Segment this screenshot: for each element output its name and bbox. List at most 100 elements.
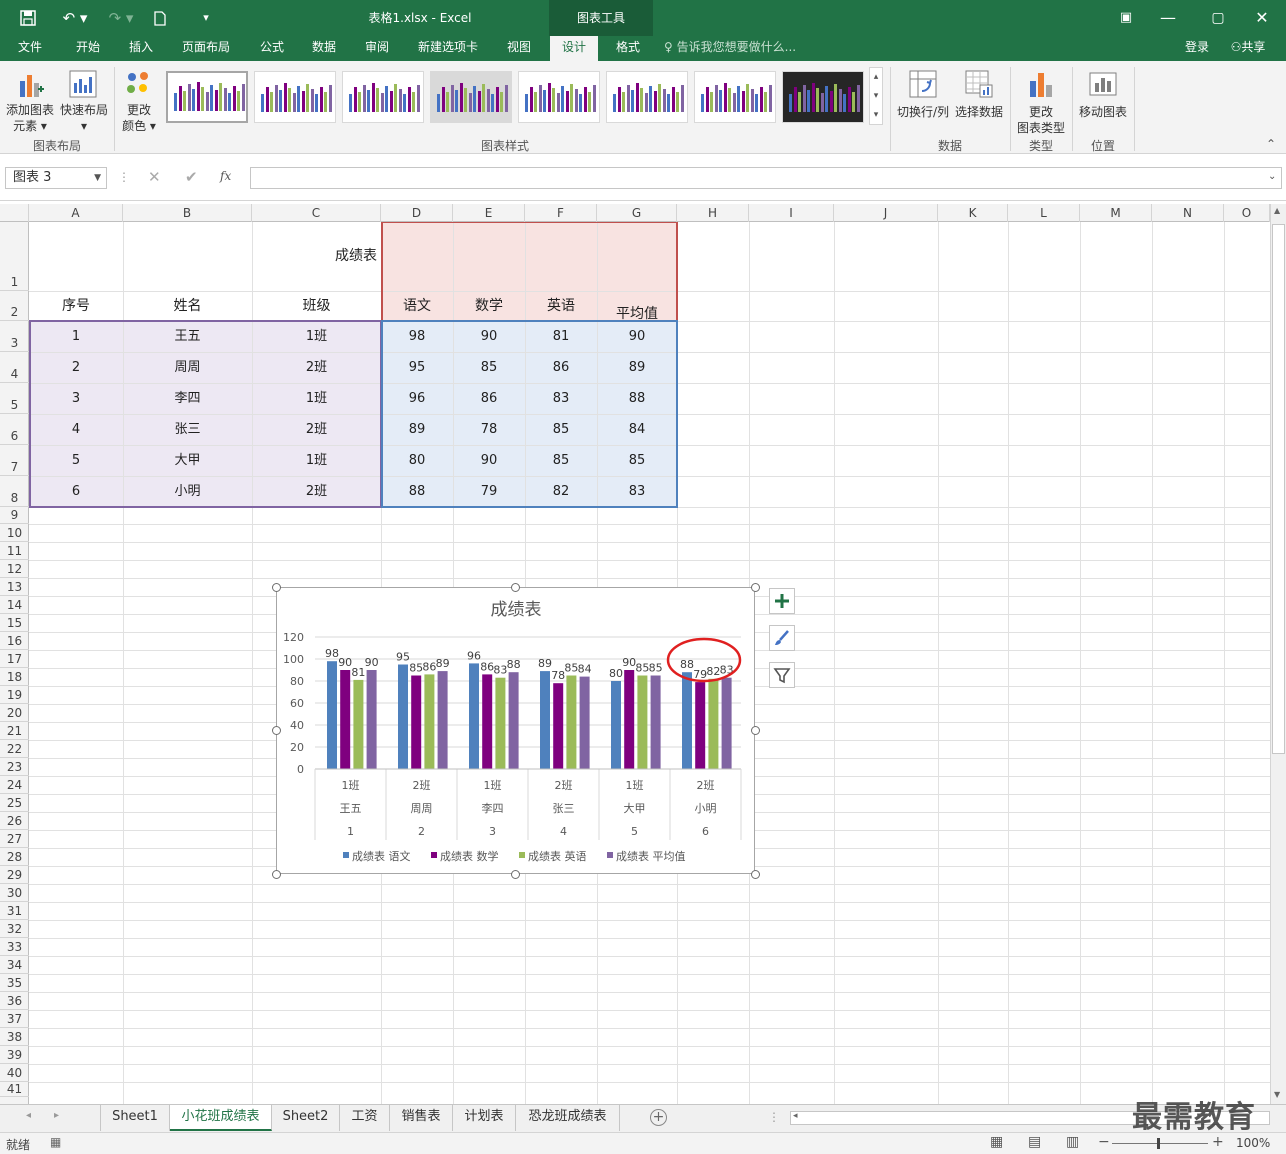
column-title-cell[interactable]: 平均值: [597, 291, 677, 322]
scroll-left-icon[interactable]: ◂: [793, 1111, 798, 1121]
sheet-tab-salary[interactable]: 工资: [340, 1105, 390, 1131]
row-header[interactable]: 8: [0, 476, 29, 507]
column-title-cell[interactable]: 英语: [525, 291, 597, 321]
data-cell[interactable]: 83: [597, 476, 677, 507]
column-header[interactable]: J: [834, 204, 938, 222]
row-header[interactable]: 14: [0, 596, 29, 614]
resize-handle[interactable]: [511, 583, 520, 592]
row-header[interactable]: 9: [0, 507, 29, 524]
data-cell[interactable]: 85: [525, 445, 597, 476]
row-header[interactable]: 27: [0, 830, 29, 848]
resize-handle[interactable]: [511, 870, 520, 879]
data-cell[interactable]: 83: [525, 383, 597, 414]
column-header[interactable]: M: [1080, 204, 1152, 222]
row-header[interactable]: 41: [0, 1082, 29, 1097]
column-header[interactable]: K: [938, 204, 1008, 222]
data-cell[interactable]: 79: [453, 476, 525, 507]
data-cell[interactable]: 2班: [252, 476, 381, 507]
column-header[interactable]: N: [1152, 204, 1224, 222]
column-header[interactable]: E: [453, 204, 525, 222]
data-cell[interactable]: 王五: [123, 321, 252, 352]
column-header[interactable]: H: [677, 204, 749, 222]
data-cell[interactable]: 2: [29, 352, 123, 383]
zoom-in-icon[interactable]: +: [1212, 1134, 1224, 1150]
data-cell[interactable]: 90: [597, 321, 677, 352]
column-title-cell[interactable]: 数学: [453, 291, 525, 321]
scroll-up-icon[interactable]: ▲: [1274, 206, 1280, 215]
row-header[interactable]: 21: [0, 722, 29, 740]
resize-handle[interactable]: [272, 583, 281, 592]
row-header[interactable]: 17: [0, 650, 29, 668]
column-title-cell[interactable]: 语文: [381, 291, 453, 321]
data-cell[interactable]: 85: [453, 352, 525, 383]
row-header[interactable]: 32: [0, 920, 29, 938]
column-header[interactable]: D: [381, 204, 453, 222]
row-header[interactable]: 4: [0, 352, 29, 383]
column-header[interactable]: L: [1008, 204, 1080, 222]
zoom-slider-thumb[interactable]: [1157, 1138, 1160, 1149]
row-header[interactable]: 25: [0, 794, 29, 812]
data-cell[interactable]: 88: [597, 383, 677, 414]
row-header[interactable]: 40: [0, 1064, 29, 1082]
resize-handle[interactable]: [751, 583, 760, 592]
sheet-tab-sheet2[interactable]: Sheet2: [272, 1105, 340, 1131]
data-cell[interactable]: 86: [453, 383, 525, 414]
row-header[interactable]: 19: [0, 686, 29, 704]
row-header[interactable]: 38: [0, 1028, 29, 1046]
data-cell[interactable]: 6: [29, 476, 123, 507]
row-header[interactable]: 39: [0, 1046, 29, 1064]
column-header[interactable]: B: [123, 204, 252, 222]
vertical-scroll-thumb[interactable]: [1272, 224, 1285, 754]
data-cell[interactable]: 80: [381, 445, 453, 476]
row-header[interactable]: 16: [0, 632, 29, 650]
row-header[interactable]: 31: [0, 902, 29, 920]
row-header[interactable]: 36: [0, 992, 29, 1010]
resize-handle[interactable]: [751, 870, 760, 879]
macro-record-icon[interactable]: ▦: [50, 1135, 61, 1149]
chart-styles-button[interactable]: [769, 625, 795, 651]
data-cell[interactable]: 李四: [123, 383, 252, 414]
row-header[interactable]: 34: [0, 956, 29, 974]
resize-handle[interactable]: [272, 870, 281, 879]
row-header[interactable]: 29: [0, 866, 29, 884]
tab-scroll-right-icon[interactable]: ▸: [54, 1110, 59, 1121]
data-cell[interactable]: 3: [29, 383, 123, 414]
data-cell[interactable]: 2班: [252, 352, 381, 383]
row-header[interactable]: 6: [0, 414, 29, 445]
zoom-slider[interactable]: [1112, 1143, 1208, 1144]
column-header[interactable]: I: [749, 204, 834, 222]
sheet-tab-sheet1[interactable]: Sheet1: [100, 1105, 170, 1131]
data-cell[interactable]: 张三: [123, 414, 252, 445]
data-cell[interactable]: 1班: [252, 383, 381, 414]
column-title-cell[interactable]: 姓名: [123, 291, 252, 321]
page-layout-view-icon[interactable]: ▤: [1028, 1134, 1041, 1150]
data-cell[interactable]: 5: [29, 445, 123, 476]
row-header[interactable]: 22: [0, 740, 29, 758]
row-header[interactable]: 2: [0, 291, 29, 321]
row-header[interactable]: 12: [0, 560, 29, 578]
column-title-cell[interactable]: 序号: [29, 291, 123, 321]
add-sheet-button[interactable]: +: [650, 1109, 667, 1126]
data-cell[interactable]: 89: [381, 414, 453, 445]
tab-scroll-left-icon[interactable]: ◂: [26, 1110, 31, 1121]
data-cell[interactable]: 96: [381, 383, 453, 414]
chart-object[interactable]: 成绩表 0 20 40 60 80 100 120 98 90 81 90 1班 王五 1 95 85 86 89 2…: [272, 583, 760, 879]
sheet-tab-plan[interactable]: 计划表: [453, 1105, 516, 1131]
column-header[interactable]: O: [1224, 204, 1270, 222]
row-header[interactable]: 13: [0, 578, 29, 596]
row-header[interactable]: 10: [0, 524, 29, 542]
column-header[interactable]: A: [29, 204, 123, 222]
data-cell[interactable]: 大甲: [123, 445, 252, 476]
page-break-view-icon[interactable]: ▥: [1066, 1134, 1079, 1150]
row-header[interactable]: 26: [0, 812, 29, 830]
row-header[interactable]: 24: [0, 776, 29, 794]
data-cell[interactable]: 90: [453, 321, 525, 352]
row-header[interactable]: 1: [0, 222, 29, 291]
select-all-corner[interactable]: [0, 204, 29, 222]
row-header[interactable]: 20: [0, 704, 29, 722]
data-cell[interactable]: 81: [525, 321, 597, 352]
data-cell[interactable]: 78: [453, 414, 525, 445]
data-cell[interactable]: 小明: [123, 476, 252, 507]
chart-elements-button[interactable]: [769, 588, 795, 614]
row-header[interactable]: 15: [0, 614, 29, 632]
